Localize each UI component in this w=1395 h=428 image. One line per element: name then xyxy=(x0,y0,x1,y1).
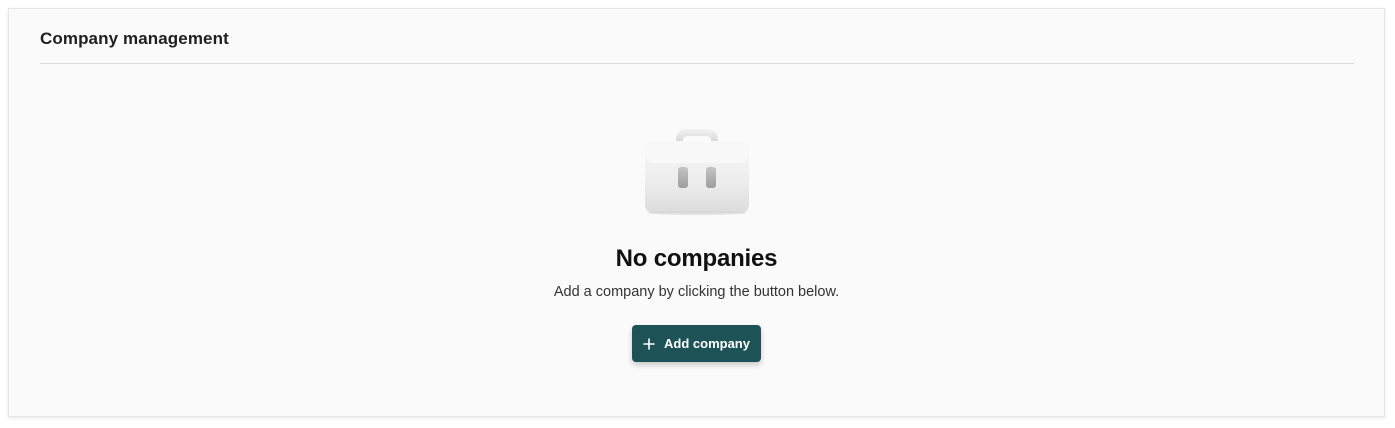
card-header: Company management xyxy=(40,9,1354,64)
plus-icon xyxy=(643,337,655,350)
company-management-card: Company management No companies Add a co… xyxy=(8,8,1385,417)
add-company-button[interactable]: Add company xyxy=(632,325,761,362)
briefcase-icon xyxy=(644,129,749,215)
empty-state-title: No companies xyxy=(615,245,778,272)
empty-state-description: Add a company by clicking the button bel… xyxy=(553,284,840,300)
page-title: Company management xyxy=(40,29,229,48)
add-company-button-label: Add company xyxy=(664,336,750,351)
empty-state: No companies Add a company by clicking t… xyxy=(9,127,1384,362)
